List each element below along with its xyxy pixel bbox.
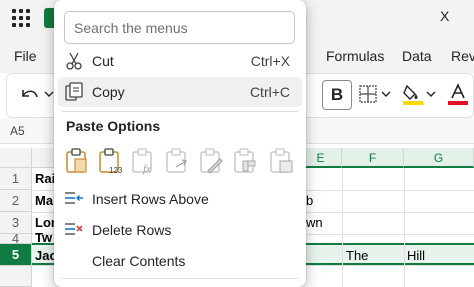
row-header-2[interactable]: 2 xyxy=(0,190,32,212)
paste-icon[interactable] xyxy=(64,147,90,175)
cell-a1[interactable]: Rai xyxy=(35,171,55,186)
fill-color-icon[interactable] xyxy=(401,82,425,106)
chevron-down-icon[interactable] xyxy=(381,90,391,98)
paste-values-icon[interactable]: 123 xyxy=(97,147,123,175)
tab-data[interactable]: Data xyxy=(402,48,432,64)
cell-a2[interactable]: Ma xyxy=(35,193,53,208)
app-launcher-icon[interactable] xyxy=(12,9,30,27)
scissors-icon xyxy=(66,52,82,70)
menu-item-label: Copy xyxy=(92,84,125,100)
tab-review[interactable]: Rev xyxy=(451,48,474,64)
menu-item-cut[interactable]: Cut Ctrl+X xyxy=(58,46,302,76)
menu-item-label: Clear Contents xyxy=(92,253,186,269)
cell-a3[interactable]: Lor xyxy=(35,215,56,230)
insert-rows-icon xyxy=(65,192,83,204)
paste-formatting-icon[interactable] xyxy=(198,147,224,175)
shortcut-text: Ctrl+C xyxy=(249,84,290,100)
chevron-down-icon[interactable] xyxy=(44,90,54,98)
shortcut-text: Ctrl+X xyxy=(250,53,290,69)
menu-item-delete-rows[interactable]: Delete Rows xyxy=(58,215,302,245)
paste-transpose-icon[interactable] xyxy=(232,147,258,175)
menu-item-copy[interactable]: Copy Ctrl+C xyxy=(58,77,302,107)
undo-icon[interactable] xyxy=(18,84,42,106)
copy-icon xyxy=(65,82,83,101)
delete-rows-icon xyxy=(65,223,83,235)
chevron-down-icon[interactable] xyxy=(426,90,436,98)
paste-options-heading: Paste Options xyxy=(66,118,161,134)
column-header-e[interactable]: E xyxy=(300,148,342,168)
menu-search-input[interactable] xyxy=(64,11,295,44)
title-fragment: X xyxy=(440,8,450,24)
menu-item-label: Insert Rows Above xyxy=(92,191,209,207)
cell-e2[interactable]: b xyxy=(306,193,313,208)
row-header-4[interactable]: 4 xyxy=(0,232,32,245)
paste-formulas-icon[interactable]: fx xyxy=(130,147,156,175)
row-header-1[interactable]: 1 xyxy=(0,168,32,190)
column-header-g[interactable]: G xyxy=(404,148,474,168)
paste-link-icon[interactable] xyxy=(164,147,190,175)
row-header-6[interactable] xyxy=(0,266,32,287)
cell-f5[interactable]: The xyxy=(346,248,368,263)
menu-item-label: Delete Rows xyxy=(92,222,172,238)
column-header-f[interactable]: F xyxy=(342,148,404,168)
tab-file[interactable]: File xyxy=(14,48,37,64)
column-divider xyxy=(342,168,343,287)
font-color-icon[interactable] xyxy=(446,82,470,106)
menu-separator xyxy=(62,111,298,112)
cell-e3[interactable]: wn xyxy=(306,215,323,230)
svg-text:fx: fx xyxy=(143,163,151,175)
paste-picture-icon[interactable] xyxy=(268,147,294,175)
tab-formulas[interactable]: Formulas xyxy=(326,48,384,64)
menu-item-clear-contents[interactable]: Clear Contents xyxy=(58,246,302,276)
svg-text:123: 123 xyxy=(109,166,123,175)
cell-g5[interactable]: Hill xyxy=(407,248,425,263)
name-box[interactable]: A5 xyxy=(6,121,56,141)
select-all-corner[interactable] xyxy=(0,148,32,168)
menu-item-insert-rows-above[interactable]: Insert Rows Above xyxy=(58,184,302,214)
menu-separator xyxy=(62,278,298,279)
cell-a4[interactable]: Tw xyxy=(35,230,52,245)
menu-item-label: Cut xyxy=(92,53,114,69)
row-header-5[interactable]: 5 xyxy=(0,244,32,266)
bold-button[interactable]: B xyxy=(322,80,352,110)
column-divider xyxy=(404,168,405,287)
borders-icon[interactable] xyxy=(358,84,378,104)
